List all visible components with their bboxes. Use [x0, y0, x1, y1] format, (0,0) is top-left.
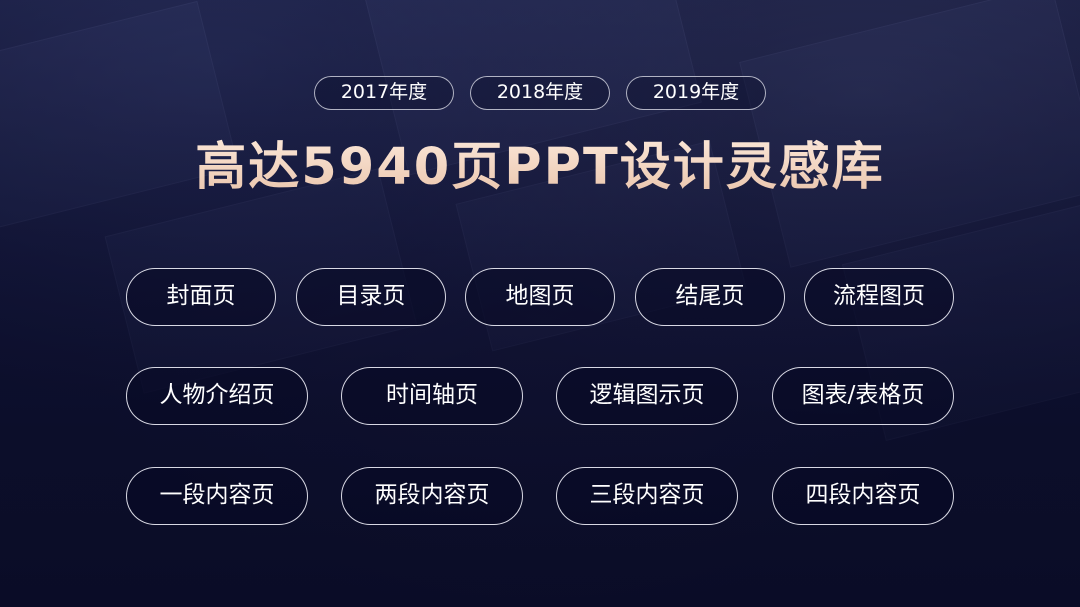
year-tag-2017[interactable]: 2017年度	[314, 76, 454, 110]
category-four-section-page[interactable]: 四段内容页	[772, 467, 954, 525]
category-timeline-page[interactable]: 时间轴页	[341, 367, 523, 425]
year-tag-2018[interactable]: 2018年度	[470, 76, 610, 110]
category-logic-diagram-page[interactable]: 逻辑图示页	[556, 367, 738, 425]
category-chart-table-page[interactable]: 图表/表格页	[772, 367, 954, 425]
year-tags: 2017年度 2018年度 2019年度	[0, 76, 1080, 110]
category-one-section-page[interactable]: 一段内容页	[126, 467, 308, 525]
category-three-section-page[interactable]: 三段内容页	[556, 467, 738, 525]
category-two-section-page[interactable]: 两段内容页	[341, 467, 523, 525]
page-title: 高达5940页PPT设计灵感库	[0, 136, 1080, 200]
category-map-page[interactable]: 地图页	[465, 268, 615, 326]
category-contents-page[interactable]: 目录页	[296, 268, 446, 326]
year-tag-2019[interactable]: 2019年度	[626, 76, 766, 110]
category-profile-page[interactable]: 人物介绍页	[126, 367, 308, 425]
category-ending-page[interactable]: 结尾页	[635, 268, 785, 326]
category-cover-page[interactable]: 封面页	[126, 268, 276, 326]
category-flowchart-page[interactable]: 流程图页	[804, 268, 954, 326]
